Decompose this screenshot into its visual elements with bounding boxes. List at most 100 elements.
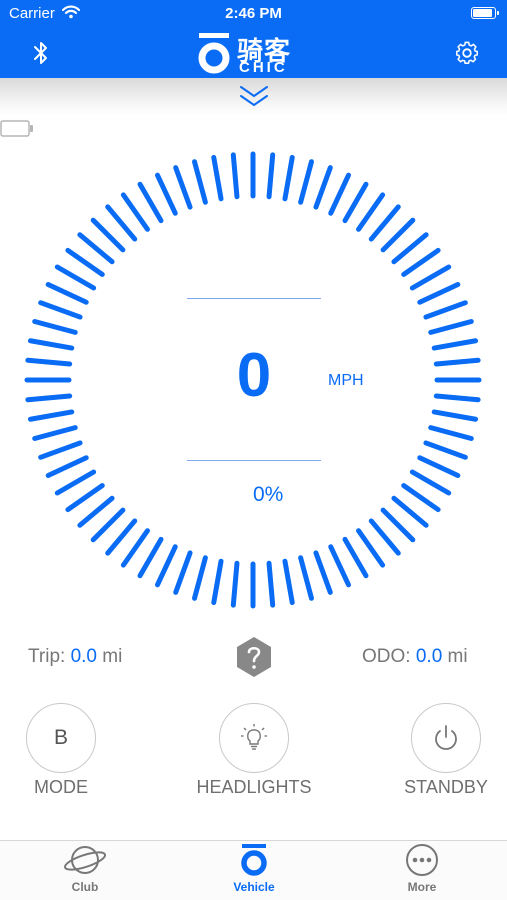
odo-value: 0.0 — [415, 646, 443, 667]
gauge-tick — [154, 544, 178, 588]
speed-gauge: 0 MPH 0% — [0, 120, 507, 620]
mode-value: B — [53, 726, 68, 749]
gauge-tick — [298, 159, 314, 205]
gauge-tick — [137, 536, 164, 579]
gauge-tick — [230, 560, 240, 608]
lightbulb-icon — [241, 724, 267, 750]
double-chevron-down-icon[interactable] — [238, 82, 270, 110]
gauge-tick — [38, 300, 83, 320]
gauge-tick — [45, 281, 89, 305]
logo-mark-icon — [198, 33, 230, 74]
help-icon[interactable] — [235, 636, 273, 678]
gauge-tick — [342, 536, 369, 579]
divider-top — [187, 298, 321, 299]
gauge-tick — [45, 455, 89, 479]
tab-more[interactable]: More — [372, 843, 472, 900]
gauge-tick — [77, 232, 115, 265]
gauge-tick — [65, 483, 105, 513]
odo-stat: ODO: 0.0 mi — [362, 646, 468, 668]
gauge-tick — [77, 495, 115, 528]
trip-value: 0.0 — [70, 646, 97, 667]
gauge-tick — [54, 264, 97, 291]
gauge-tick — [25, 357, 73, 367]
gauge-tick — [282, 558, 295, 606]
gauge-tick — [313, 165, 333, 210]
gauge-tick — [90, 507, 126, 543]
status-bar: Carrier 2:46 PM — [0, 0, 507, 28]
app-screen: Carrier 2:46 PM 骑客 CHIC 0 MPH 0% Trip: 0… — [0, 0, 507, 900]
gauge-tick — [368, 518, 401, 556]
gauge-tick — [173, 550, 193, 595]
battery-percent: 0% — [253, 483, 284, 506]
nav-bar: 骑客 CHIC — [0, 28, 507, 78]
gauge-tick — [65, 247, 105, 277]
logo-english-text: CHIC — [239, 59, 288, 76]
gauge-tick — [380, 217, 416, 253]
gauge-tick — [266, 152, 276, 200]
gauge-tick — [417, 455, 461, 479]
gauge-tick — [54, 469, 97, 496]
gauge-tick — [423, 300, 468, 320]
gauge-tick — [192, 159, 208, 205]
gauge-tick — [266, 560, 276, 608]
gauge-tick — [428, 319, 474, 335]
gauge-tick — [401, 483, 441, 513]
gauge-tick — [173, 165, 193, 210]
gauge-tick — [431, 409, 479, 422]
gauge-tick — [433, 393, 481, 403]
battery-status-icon — [471, 7, 499, 19]
gauge-tick — [380, 507, 416, 543]
odo-unit: mi — [447, 646, 468, 667]
gauge-tick — [27, 409, 75, 422]
battery-level-icon — [0, 120, 33, 137]
gauge-tick — [298, 555, 314, 601]
gauge-tick — [38, 440, 83, 460]
gauge-tick — [356, 192, 386, 232]
more-icon — [406, 844, 438, 876]
tab-club[interactable]: Club — [35, 843, 135, 900]
gauge-tick — [192, 555, 208, 601]
app-header: Carrier 2:46 PM 骑客 CHIC — [0, 0, 507, 78]
headlights-button[interactable] — [219, 703, 289, 773]
gauge-tick — [27, 338, 75, 351]
standby-label: STANDBY — [404, 777, 488, 797]
planet-icon — [63, 846, 107, 874]
gauge-tick — [356, 528, 386, 568]
gauge-tick — [391, 495, 429, 528]
gauge-tick — [313, 550, 333, 595]
gauge-tick — [409, 469, 452, 496]
gauge-tick — [342, 181, 369, 224]
vehicle-icon — [241, 844, 267, 876]
speed-unit: MPH — [328, 372, 364, 389]
bluetooth-icon[interactable] — [30, 40, 52, 66]
trip-label: Trip: — [28, 646, 66, 667]
gauge-tick — [32, 425, 78, 441]
standby-button[interactable] — [411, 703, 481, 773]
gauge-tick — [105, 204, 138, 242]
gauge-tick — [368, 204, 401, 242]
gauge-tick — [328, 172, 352, 216]
odo-label: ODO: — [362, 646, 411, 667]
pull-down-handle[interactable] — [0, 78, 507, 116]
gauge-tick — [401, 247, 441, 277]
gauge-tick — [154, 172, 178, 216]
tab-more-label: More — [407, 880, 437, 894]
gauge-tick — [90, 217, 126, 253]
trip-stat: Trip: 0.0 mi — [28, 646, 122, 668]
gear-icon[interactable] — [454, 40, 480, 66]
tab-vehicle[interactable]: Vehicle — [204, 843, 304, 900]
gauge-tick — [417, 281, 461, 305]
status-time: 2:46 PM — [225, 5, 282, 22]
headlights-label: HEADLIGHTS — [196, 777, 312, 797]
gauge-tick — [282, 154, 295, 202]
gauge-tick — [431, 338, 479, 351]
mode-label: MODE — [34, 777, 88, 797]
chic-logo: 骑客 CHIC — [195, 31, 315, 76]
gauge-tick — [423, 440, 468, 460]
trip-unit: mi — [102, 646, 123, 667]
gauge-tick — [120, 528, 150, 568]
gauge-tick — [409, 264, 452, 291]
divider-bottom — [187, 460, 321, 461]
mode-button[interactable]: B — [26, 703, 96, 773]
gauge-tick — [230, 152, 240, 200]
